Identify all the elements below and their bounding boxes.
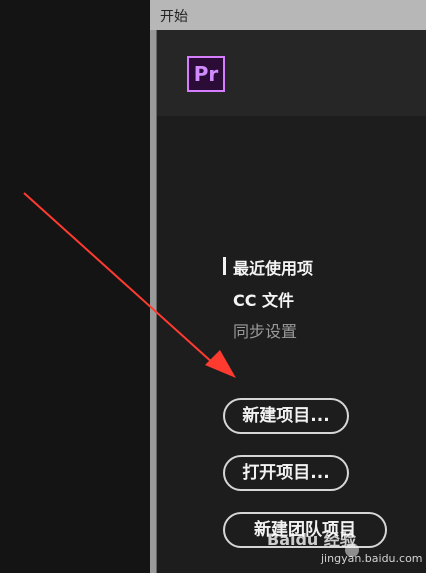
premiere-pro-logo-icon: Pr [187, 56, 225, 92]
watermark-main: Baidu 经验 [267, 530, 356, 549]
menu-item-sync-settings[interactable]: 同步设置 [215, 318, 413, 342]
window-titlebar: 开始 [150, 0, 426, 30]
menu-item-recent[interactable]: 最近使用项 [215, 255, 413, 279]
open-project-button[interactable]: 打开项目... [223, 455, 349, 491]
start-window: 开始 Pr 最近使用项 CC 文件 同步设置 新建项目... 打开项目... 新… [150, 0, 426, 573]
header-band: Pr [157, 30, 426, 116]
window-title: 开始 [160, 9, 188, 25]
menu-item-cc-files[interactable]: CC 文件 [215, 287, 413, 311]
screenshot-stage: 开始 Pr 最近使用项 CC 文件 同步设置 新建项目... 打开项目... 新… [0, 0, 426, 573]
window-content: Pr 最近使用项 CC 文件 同步设置 新建项目... 打开项目... 新建团队… [156, 30, 426, 573]
new-project-button[interactable]: 新建项目... [223, 398, 349, 434]
left-empty-area [0, 0, 150, 573]
watermark-sub: jingyan.baidu.com [321, 552, 423, 565]
